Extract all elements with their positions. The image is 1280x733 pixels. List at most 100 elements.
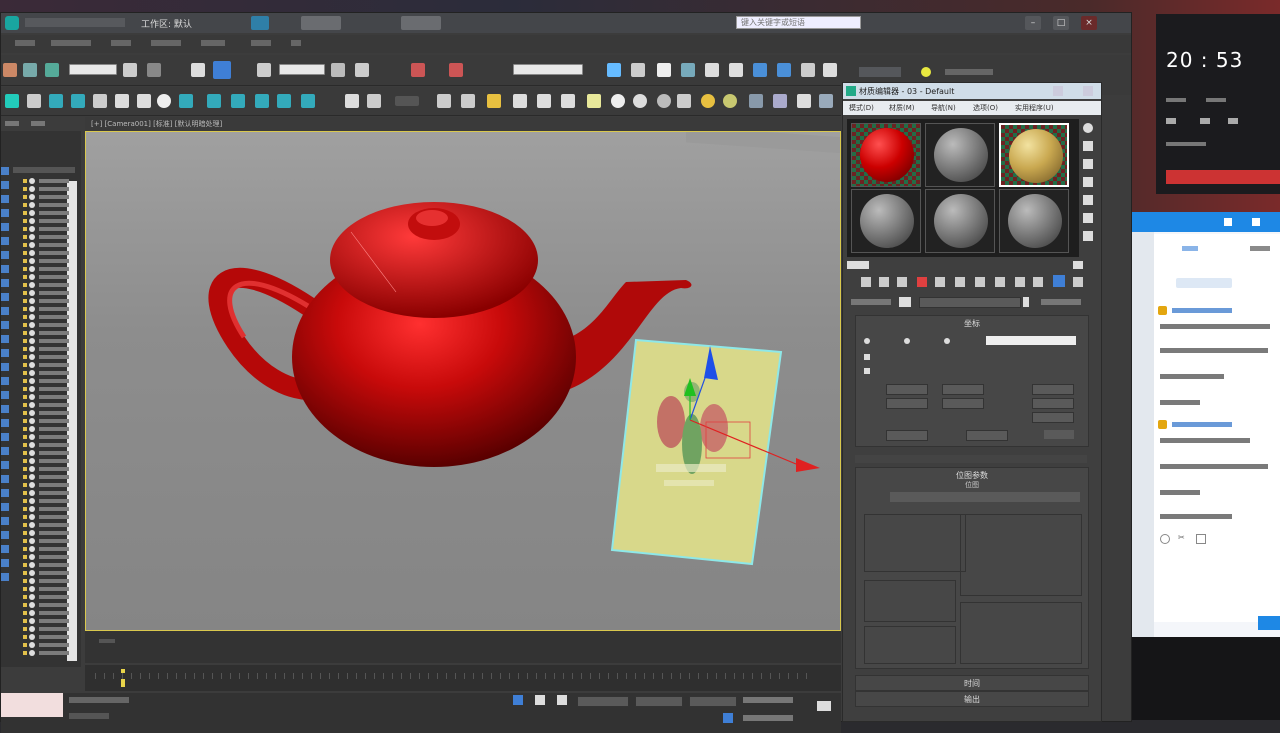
slot-scroll-icon-2[interactable] xyxy=(1073,261,1083,269)
scene-tree-row[interactable] xyxy=(23,401,75,409)
scale-icon[interactable] xyxy=(257,63,271,77)
material-slot-6[interactable] xyxy=(999,189,1069,253)
selection-filter-dropdown[interactable] xyxy=(69,64,117,75)
visibility-icon[interactable] xyxy=(23,403,27,407)
visibility-icon[interactable] xyxy=(23,483,27,487)
visibility-icon[interactable] xyxy=(23,355,27,359)
pick-icon[interactable] xyxy=(899,297,911,307)
capsule-icon[interactable] xyxy=(255,94,269,108)
visibility-icon[interactable] xyxy=(23,339,27,343)
minimize-icon[interactable] xyxy=(1053,86,1063,96)
visibility-icon[interactable] xyxy=(23,243,27,247)
visibility-icon[interactable] xyxy=(23,443,27,447)
scene-tree-row[interactable] xyxy=(23,201,75,209)
tab-discussion[interactable] xyxy=(1182,246,1198,251)
spindle-icon[interactable] xyxy=(301,94,315,108)
select-icon[interactable] xyxy=(123,63,137,77)
map-name-dropdown[interactable] xyxy=(1023,297,1029,307)
uv-tiling-icon[interactable] xyxy=(1083,177,1093,187)
scene-tree-row[interactable] xyxy=(23,177,75,185)
material-sphere-icon[interactable] xyxy=(611,94,625,108)
widget-icon[interactable] xyxy=(1200,118,1210,124)
reference-coord-dropdown[interactable] xyxy=(279,64,325,75)
show-end-icon[interactable] xyxy=(1033,277,1043,287)
align-icon[interactable] xyxy=(631,63,645,77)
visibility-icon[interactable] xyxy=(23,411,27,415)
scene-tree-row[interactable] xyxy=(23,641,75,649)
scene-tree-row[interactable] xyxy=(23,305,75,313)
geosphere-icon[interactable] xyxy=(207,94,221,108)
scene-tree-row[interactable] xyxy=(23,185,75,193)
scene-tree-row[interactable] xyxy=(23,297,75,305)
visibility-icon[interactable] xyxy=(23,195,27,199)
viewport-label[interactable]: [+] [Camera001] [标准] [默认明暗处理] xyxy=(91,119,222,129)
scene-tree-row[interactable] xyxy=(23,345,75,353)
menu-item[interactable] xyxy=(291,40,301,46)
sample-type-icon[interactable] xyxy=(1083,123,1093,133)
blur-field[interactable] xyxy=(886,430,928,441)
project-icon-2[interactable] xyxy=(401,16,441,30)
scene-tree-row[interactable] xyxy=(23,217,75,225)
sun-icon-2[interactable] xyxy=(723,94,737,108)
pivot-icon[interactable] xyxy=(331,63,345,77)
scene-tree-row[interactable] xyxy=(23,265,75,273)
material-slot-5[interactable] xyxy=(925,189,995,253)
workspace-dropdown[interactable] xyxy=(859,67,901,77)
mirror-icon[interactable] xyxy=(607,63,621,77)
close-icon[interactable]: × xyxy=(1081,16,1097,30)
visibility-icon[interactable] xyxy=(23,395,27,399)
visibility-icon[interactable] xyxy=(23,187,27,191)
scene-tree-row[interactable] xyxy=(23,241,75,249)
scene-tree-row[interactable] xyxy=(23,385,75,393)
scene-tree-row[interactable] xyxy=(23,473,75,481)
image-icon[interactable] xyxy=(1196,534,1206,544)
backlight-icon[interactable] xyxy=(1083,141,1093,151)
scene-tree-row[interactable] xyxy=(23,257,75,265)
bitmap-path-button[interactable] xyxy=(890,492,1080,502)
x-coord-field[interactable] xyxy=(577,696,629,707)
video-color-icon[interactable] xyxy=(1083,195,1093,205)
scene-tree-row[interactable] xyxy=(23,505,75,513)
visibility-icon[interactable] xyxy=(23,635,27,639)
space-warp-icon[interactable] xyxy=(561,94,575,108)
visibility-icon[interactable] xyxy=(23,331,27,335)
menu-item[interactable] xyxy=(151,40,181,46)
grid-icon[interactable] xyxy=(93,94,107,108)
visibility-icon[interactable] xyxy=(23,435,27,439)
visibility-icon[interactable] xyxy=(23,587,27,591)
copy-material-icon[interactable] xyxy=(935,277,945,287)
scene-tree-row[interactable] xyxy=(23,393,75,401)
visibility-icon[interactable] xyxy=(23,515,27,519)
render-shape-icon[interactable] xyxy=(749,94,763,108)
visibility-icon[interactable] xyxy=(23,275,27,279)
menu-material[interactable]: 材质(M) xyxy=(889,103,915,113)
minimize-icon[interactable] xyxy=(1224,218,1232,226)
visibility-icon[interactable] xyxy=(23,203,27,207)
create-icon[interactable] xyxy=(5,94,19,108)
diamond-icon[interactable] xyxy=(819,94,833,108)
scene-tree-row[interactable] xyxy=(23,497,75,505)
make-preview-icon[interactable] xyxy=(1083,213,1093,223)
visibility-icon[interactable] xyxy=(23,379,27,383)
visibility-icon[interactable] xyxy=(23,347,27,351)
render-shape-icon-2[interactable] xyxy=(773,94,787,108)
visibility-icon[interactable] xyxy=(23,555,27,559)
move-icon[interactable] xyxy=(191,63,205,77)
visibility-icon[interactable] xyxy=(23,267,27,271)
menu-item[interactable] xyxy=(251,40,271,46)
visibility-icon[interactable] xyxy=(23,219,27,223)
get-material-icon[interactable] xyxy=(861,277,871,287)
go-forward-icon[interactable] xyxy=(1073,277,1083,287)
visibility-icon[interactable] xyxy=(23,227,27,231)
rotate-icon[interactable] xyxy=(213,61,231,79)
menu-navigation[interactable]: 导航(N) xyxy=(931,103,956,113)
named-selection-dropdown[interactable] xyxy=(513,64,583,75)
time-rollout-title[interactable]: 时间 xyxy=(856,678,1088,689)
helper-icon[interactable] xyxy=(537,94,551,108)
tube-icon[interactable] xyxy=(137,94,151,108)
scene-tree-row[interactable] xyxy=(23,425,75,433)
scene-tree-row[interactable] xyxy=(23,553,75,561)
scene-tree-row[interactable] xyxy=(23,617,75,625)
visibility-icon[interactable] xyxy=(23,235,27,239)
y-coord-field[interactable] xyxy=(635,696,683,707)
